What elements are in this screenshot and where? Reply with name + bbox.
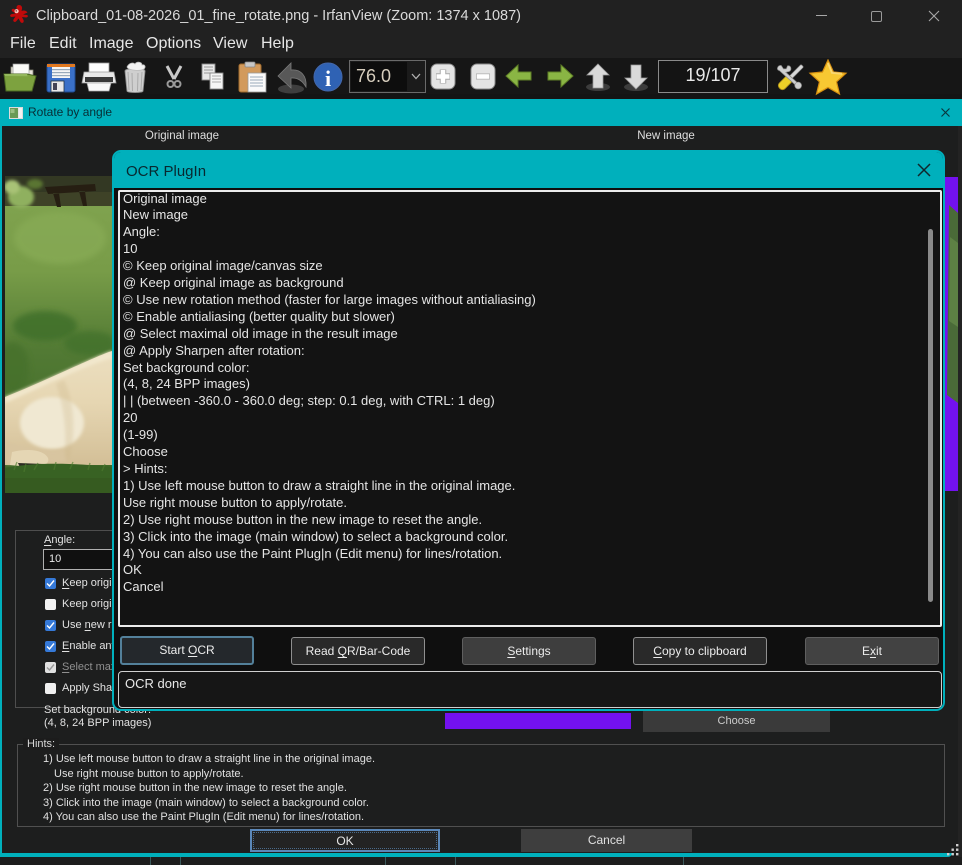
svg-text:i: i bbox=[325, 66, 331, 91]
